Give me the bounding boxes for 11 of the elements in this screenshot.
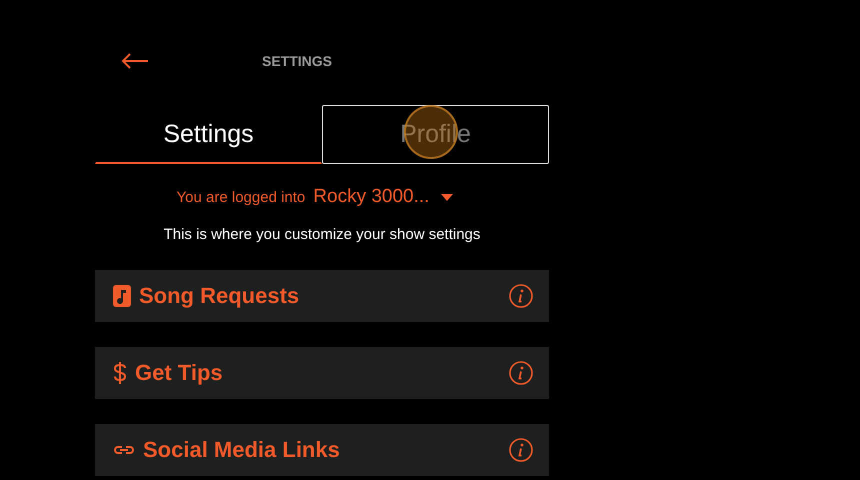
login-label: You are logged into xyxy=(176,188,306,206)
account-dropdown[interactable]: Rocky 3000... xyxy=(313,186,454,208)
section-title: Social Media Links xyxy=(143,437,341,463)
section-title: Get Tips xyxy=(135,360,224,386)
section-header[interactable]: Social Media Links xyxy=(95,424,549,476)
description-text: This is where you customize your show settings xyxy=(162,226,482,243)
section-header[interactable]: Song Requests xyxy=(95,270,549,322)
section-title: Song Requests xyxy=(139,283,300,309)
page-title: SETTINGS xyxy=(262,53,332,69)
section-header[interactable]: Get Tips xyxy=(95,347,549,399)
tab[interactable]: Settings xyxy=(95,105,322,164)
